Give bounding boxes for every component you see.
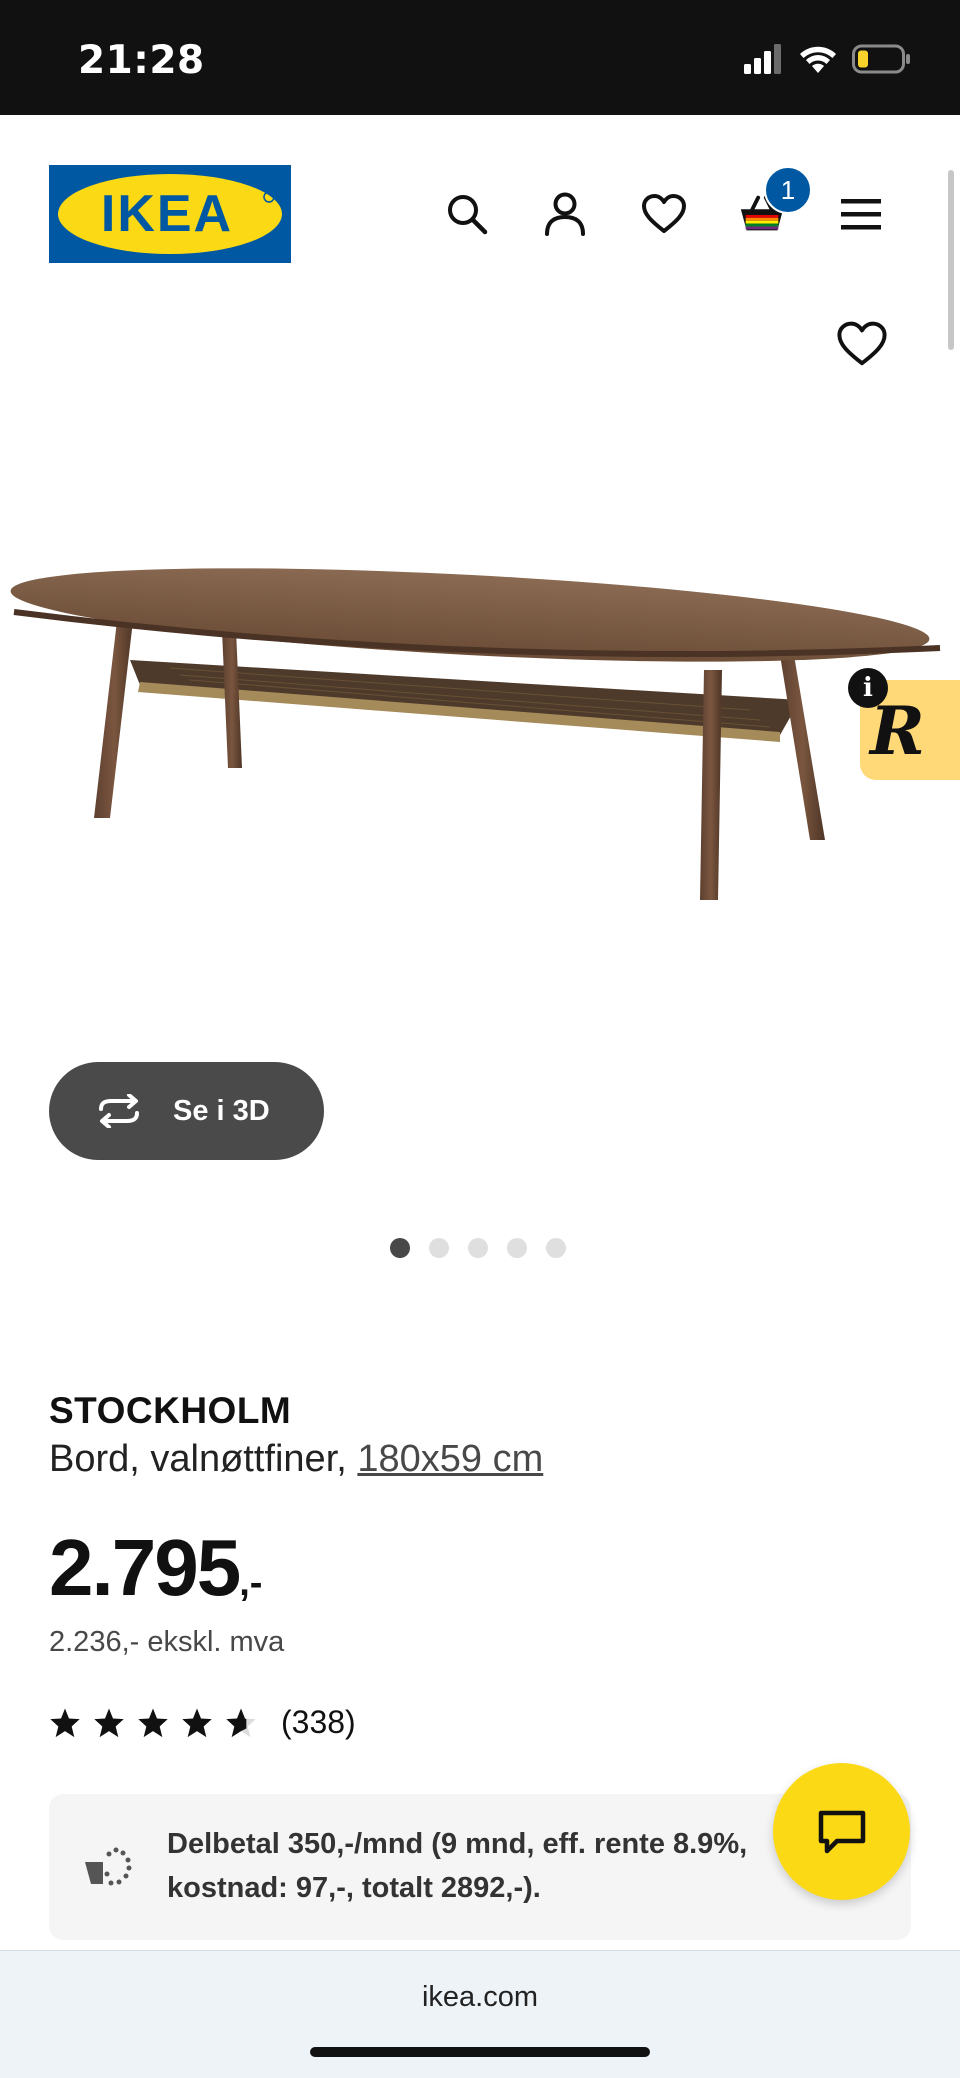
rotate-icon [99, 1094, 139, 1128]
carousel-dot[interactable] [507, 1238, 527, 1258]
carousel-dot[interactable] [546, 1238, 566, 1258]
wishlist-button[interactable] [639, 189, 689, 239]
price-excl-vat: 2.236,- ekskl. mva [49, 1626, 285, 1658]
star-icon [182, 1708, 212, 1738]
search-button[interactable] [442, 189, 492, 239]
user-icon [545, 192, 585, 236]
rating-stars [49, 1707, 257, 1738]
chat-button[interactable] [773, 1763, 910, 1900]
star-icon [94, 1708, 124, 1738]
product-name: STOCKHOLM [49, 1390, 292, 1431]
heart-icon [642, 194, 686, 233]
menu-icon [841, 199, 881, 230]
half-star-icon [226, 1708, 256, 1738]
installment-icon [85, 1847, 132, 1886]
status-bar: 21:28 [0, 0, 960, 115]
carousel-pagination [390, 1238, 566, 1258]
account-button[interactable] [540, 189, 590, 239]
browser-address-bar[interactable]: ikea.com [0, 1950, 960, 2078]
product-description: Bord, valnøttfiner, 180x59 cm [49, 1438, 543, 1481]
ikea-logo[interactable]: IKEA [49, 165, 291, 263]
battery-icon [852, 44, 910, 74]
price-main: 2.795 [49, 1523, 241, 1612]
product-image[interactable] [10, 520, 950, 920]
site-header: IKEA 1 [0, 115, 960, 315]
carousel-dot[interactable] [390, 1238, 410, 1258]
home-indicator[interactable] [310, 2047, 650, 2057]
product-rating[interactable]: (338) [49, 1704, 356, 1741]
scrollbar[interactable] [948, 170, 954, 350]
installment-text: Delbetal 350,-/mnd (9 mnd, eff. rente 8.… [167, 1828, 748, 1904]
carousel-dot[interactable] [429, 1238, 449, 1258]
rating-count: (338) [281, 1704, 356, 1740]
r-widget-letter: R [870, 692, 925, 770]
search-icon [448, 195, 488, 235]
logo-text: IKEA [101, 185, 233, 243]
wifi-icon [800, 46, 836, 73]
status-time: 21:28 [78, 38, 205, 83]
star-icon [50, 1708, 80, 1738]
add-to-favorites-button[interactable] [836, 320, 888, 372]
cart-count-badge: 1 [764, 166, 812, 214]
signal-icon [744, 44, 781, 74]
status-icons [744, 44, 912, 74]
view-in-3d-button[interactable]: Se i 3D [49, 1062, 324, 1160]
price-suffix: ,- [239, 1562, 263, 1604]
heart-icon [837, 321, 887, 366]
product-price: 2.795,- [49, 1522, 262, 1614]
size-link[interactable]: 180x59 cm [357, 1438, 543, 1480]
star-icon [138, 1708, 168, 1738]
chat-icon [818, 1810, 865, 1853]
menu-button[interactable] [836, 189, 886, 239]
url-text[interactable]: ikea.com [0, 1981, 960, 2014]
product-type: Bord, valnøttfiner, [49, 1438, 347, 1480]
carousel-dot[interactable] [468, 1238, 488, 1258]
view-in-3d-label: Se i 3D [173, 1094, 270, 1127]
